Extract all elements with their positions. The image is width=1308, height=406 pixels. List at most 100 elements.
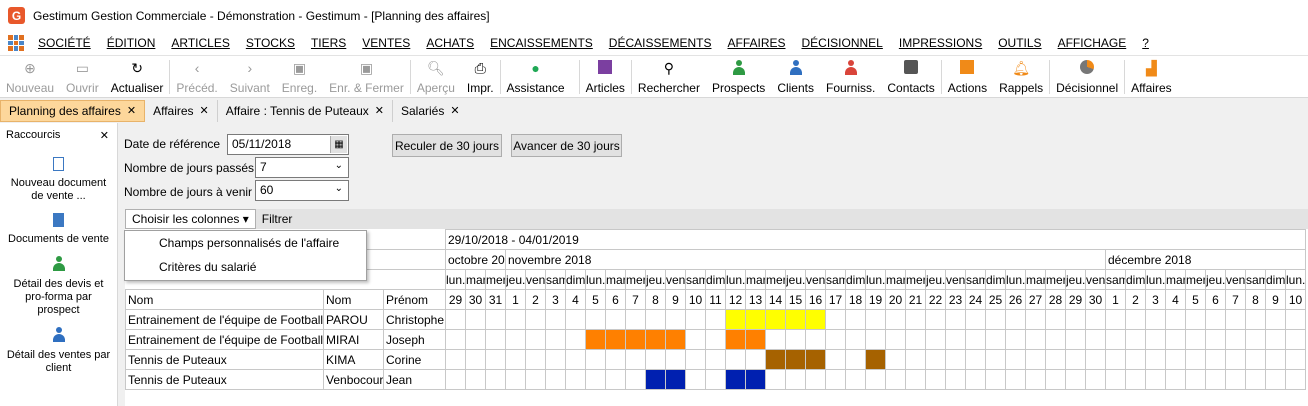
menu-articles[interactable]: ARTICLES — [163, 36, 237, 50]
new-button[interactable]: ⊕ Nouveau — [0, 56, 60, 98]
day-cell[interactable] — [965, 349, 986, 370]
day-cell[interactable] — [1265, 329, 1286, 350]
close-icon[interactable]: ✕ — [127, 104, 136, 117]
shortcut-sale-docs[interactable]: Documents de vente — [0, 213, 117, 246]
day-cell[interactable] — [1205, 329, 1226, 350]
day-cell[interactable] — [1185, 349, 1206, 370]
day-cell[interactable] — [845, 329, 866, 350]
menu-decaissements[interactable]: DÉCAISSEMENTS — [601, 36, 720, 50]
booked-day-cell[interactable] — [645, 369, 666, 390]
day-cell[interactable] — [1025, 369, 1046, 390]
day-cell[interactable] — [445, 329, 466, 350]
day-cell[interactable] — [645, 309, 666, 330]
booked-day-cell[interactable] — [625, 329, 646, 350]
day-cell[interactable] — [485, 329, 506, 350]
affaires-button[interactable]: ▟ Affaires — [1125, 56, 1177, 98]
table-row[interactable]: Entrainement de l'équipe de Football PARO… — [125, 309, 1307, 330]
contacts-button[interactable]: Contacts — [881, 56, 940, 98]
day-cell[interactable] — [985, 309, 1006, 330]
menu-affaires[interactable]: AFFAIRES — [719, 36, 793, 50]
menu-outils[interactable]: OUTILS — [990, 36, 1049, 50]
day-cell[interactable] — [1284, 329, 1307, 350]
day-cell[interactable] — [825, 369, 846, 390]
day-cell[interactable] — [465, 349, 486, 370]
day-cell[interactable] — [1045, 309, 1066, 330]
day-cell[interactable] — [905, 329, 926, 350]
day-cell[interactable] — [1085, 369, 1106, 390]
shortcut-quotes-by-prospect[interactable]: Détail des devis et pro-forma par prospe… — [0, 256, 117, 317]
day-cell[interactable] — [705, 309, 726, 330]
day-cell[interactable] — [465, 369, 486, 390]
day-cell[interactable] — [1005, 369, 1026, 390]
booked-day-cell[interactable] — [805, 349, 826, 370]
table-row[interactable]: Tennis de Puteaux Venbocourt Jean — [125, 369, 1307, 390]
day-cell[interactable] — [445, 349, 466, 370]
day-cell[interactable] — [945, 349, 966, 370]
day-cell[interactable] — [1065, 329, 1086, 350]
day-cell[interactable] — [745, 349, 766, 370]
close-icon[interactable]: ✕ — [200, 104, 209, 117]
day-cell[interactable] — [1245, 329, 1266, 350]
day-cell[interactable] — [485, 369, 506, 390]
shortcut-sales-by-client[interactable]: Détail des ventes par client — [0, 327, 117, 375]
day-cell[interactable] — [865, 369, 886, 390]
day-cell[interactable] — [465, 309, 486, 330]
day-cell[interactable] — [785, 329, 806, 350]
day-cell[interactable] — [445, 309, 466, 330]
day-cell[interactable] — [625, 349, 646, 370]
next-button[interactable]: › Suivant — [224, 56, 276, 98]
day-cell[interactable] — [1125, 329, 1146, 350]
day-cell[interactable] — [725, 349, 746, 370]
day-cell[interactable] — [705, 329, 726, 350]
day-cell[interactable] — [1045, 349, 1066, 370]
day-cell[interactable] — [1045, 329, 1066, 350]
reminders-button[interactable]: 🔔︎ Rappels — [993, 56, 1049, 98]
close-icon[interactable]: ✕ — [100, 129, 109, 142]
day-cell[interactable] — [965, 309, 986, 330]
day-cell[interactable] — [1065, 309, 1086, 330]
day-cell[interactable] — [685, 349, 706, 370]
day-cell[interactable] — [825, 349, 846, 370]
day-cell[interactable] — [1245, 369, 1266, 390]
day-cell[interactable] — [945, 329, 966, 350]
day-cell[interactable] — [685, 329, 706, 350]
day-cell[interactable] — [505, 349, 526, 370]
booked-day-cell[interactable] — [725, 369, 746, 390]
affaire-name-header[interactable]: Nom — [125, 289, 324, 310]
table-row[interactable]: Entrainement de l'équipe de Football MIRA… — [125, 329, 1307, 350]
day-cell[interactable] — [1085, 349, 1106, 370]
previous-button[interactable]: ‹ Précéd. — [170, 56, 223, 98]
day-cell[interactable] — [785, 369, 806, 390]
app-menu-icon[interactable] — [8, 35, 24, 51]
day-cell[interactable] — [705, 369, 726, 390]
filter-button[interactable]: Filtrer — [256, 209, 299, 229]
booked-day-cell[interactable] — [765, 349, 786, 370]
day-cell[interactable] — [505, 369, 526, 390]
day-cell[interactable] — [465, 329, 486, 350]
day-cell[interactable] — [825, 309, 846, 330]
table-row[interactable]: Tennis de Puteaux KIMA Corine — [125, 349, 1307, 370]
day-cell[interactable] — [1245, 349, 1266, 370]
day-cell[interactable] — [545, 329, 566, 350]
day-cell[interactable] — [545, 369, 566, 390]
menu-ventes[interactable]: VENTES — [354, 36, 418, 50]
future-days-select[interactable]: 60 ⌄ — [255, 180, 349, 201]
day-cell[interactable] — [1205, 349, 1226, 370]
day-cell[interactable] — [625, 309, 646, 330]
day-cell[interactable] — [1165, 369, 1186, 390]
day-cell[interactable] — [1005, 309, 1026, 330]
choose-columns-button[interactable]: Choisir les colonnes ▾ — [125, 209, 256, 229]
custom-fields-menu-item[interactable]: Champs personnalisés de l'affaire — [125, 231, 366, 255]
day-cell[interactable] — [885, 329, 906, 350]
day-cell[interactable] — [945, 309, 966, 330]
day-cell[interactable] — [1185, 329, 1206, 350]
booked-day-cell[interactable] — [605, 329, 626, 350]
day-cell[interactable] — [585, 369, 606, 390]
booked-day-cell[interactable] — [785, 349, 806, 370]
day-cell[interactable] — [885, 349, 906, 370]
tab-affaire-tennis[interactable]: Affaire : Tennis de Puteaux ✕ — [218, 99, 393, 122]
day-cell[interactable] — [525, 369, 546, 390]
articles-button[interactable]: Articles — [580, 56, 631, 98]
menu-affichage[interactable]: AFFICHAGE — [1050, 36, 1135, 50]
day-cell[interactable] — [1165, 329, 1186, 350]
